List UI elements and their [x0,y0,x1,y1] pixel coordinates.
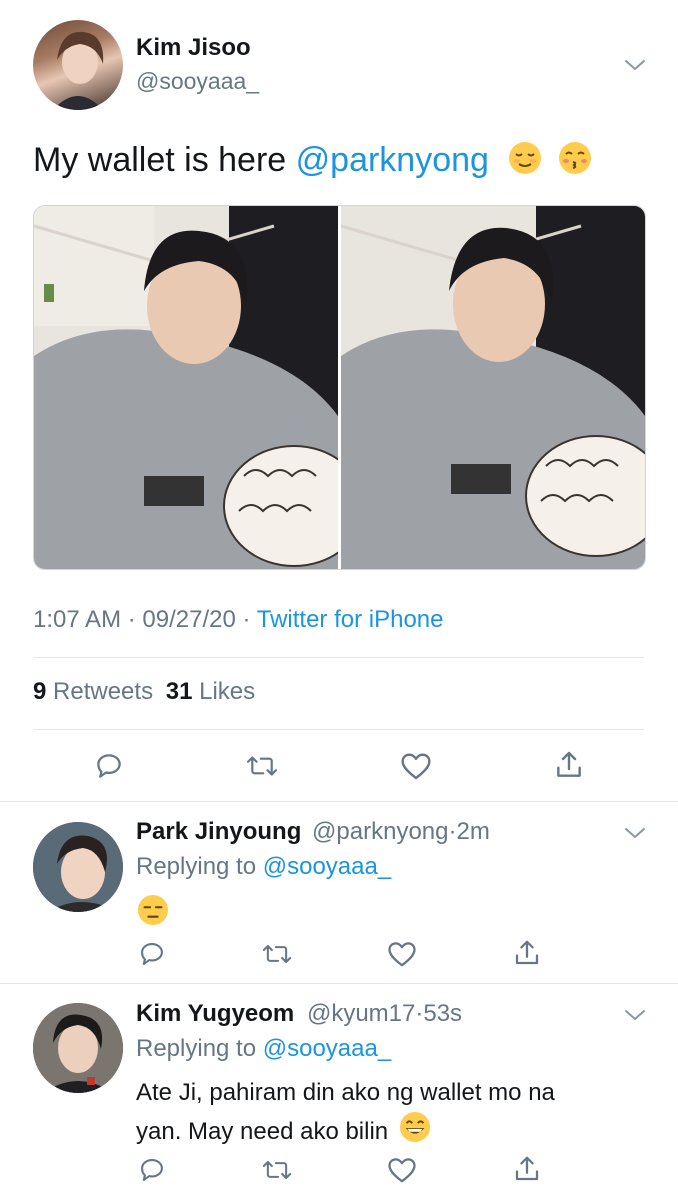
retweets-stat[interactable]: 9 Retweets [33,678,160,705]
reply-avatar[interactable] [33,822,123,912]
reply-author-name[interactable]: Kim Yugyeom [136,1000,294,1027]
reply-text-line: Ate Ji, pahiram din ako ng wallet mo na [136,1079,555,1106]
divider [33,729,644,730]
like-button[interactable] [387,1156,417,1184]
tweet-meta: 1:07 AM · 09/27/20 · Twitter for iPhone [33,606,443,634]
reply-icon [141,943,163,965]
heart-icon [388,942,416,967]
reply-icon [97,754,121,778]
retweet-count: 9 [33,678,47,705]
tweet-time[interactable]: 1:07 AM [33,606,121,633]
reply-button[interactable] [138,1156,166,1184]
reply-text-line: yan. May need ako bilin [136,1117,389,1145]
reply-author-name[interactable]: Park Jinyoung [136,818,301,845]
tweet-stats: 9 Retweets 31 Likes [33,678,255,706]
retweet-icon [246,756,278,776]
tweet-text: My wallet is here @parknyong [33,140,592,184]
expressionless-face-icon [137,894,169,931]
heart-icon [388,1158,416,1183]
share-icon [515,940,539,965]
retweet-button[interactable] [261,940,293,968]
retweet-icon [262,944,292,964]
share-button[interactable] [553,749,585,781]
author-name[interactable]: Kim Jisoo [136,34,251,62]
share-icon [515,1156,539,1181]
author-avatar[interactable] [33,20,123,110]
share-button[interactable] [512,1154,542,1184]
reply-button[interactable] [138,940,166,968]
reply-icon [141,1159,163,1181]
reply-dot: · [448,818,457,845]
like-button[interactable] [400,751,432,781]
like-count: 31 [165,678,193,705]
reply-time[interactable]: 2m [457,818,490,845]
replying-to-label: Replying to [136,1035,257,1062]
likes-stat[interactable]: 31 Likes [166,678,255,705]
meta-separator: · [127,606,136,633]
tweet-photo-2[interactable] [341,206,645,569]
author-handle[interactable]: @sooyaaa_ [136,68,259,95]
share-icon [557,751,581,777]
reply-header: Kim Yugyeom @kyum17·53s [136,1000,462,1028]
retweet-button[interactable] [261,1156,293,1184]
reply-time[interactable]: 53s [423,1000,462,1027]
meta-separator: · [242,606,251,633]
chevron-down-icon[interactable] [624,826,646,845]
share-button[interactable] [512,938,542,968]
chevron-down-icon[interactable] [624,1008,646,1027]
grinning-face-icon [399,1111,431,1154]
tweet-date[interactable]: 09/27/20 [142,606,235,633]
tweet-mention-link[interactable]: @parknyong [296,141,489,179]
retweet-icon [262,1160,292,1180]
section-divider [0,983,678,984]
reply-header: Park Jinyoung @parknyong·2m [136,818,490,846]
replying-to: Replying to @sooyaaa_ [136,853,391,881]
tweet-media[interactable] [33,205,646,570]
like-button[interactable] [387,940,417,968]
reply-text: Ate Ji, pahiram din ako ng wallet mo na … [136,1074,555,1154]
tweet-photo-1[interactable] [34,206,338,569]
replying-to-label: Replying to [136,853,257,880]
reply-author-handle[interactable]: @parknyong [312,818,448,845]
replying-to-link[interactable]: @sooyaaa_ [263,1035,391,1062]
replying-to-link[interactable]: @sooyaaa_ [263,853,391,880]
relieved-face-icon [508,141,542,184]
reply-avatar[interactable] [33,1003,123,1093]
kissing-face-icon [558,141,592,184]
reply-author-handle[interactable]: @kyum17 [307,1000,415,1027]
chevron-down-icon[interactable] [624,58,646,77]
divider [33,657,644,658]
retweet-button[interactable] [245,751,279,781]
heart-icon [401,753,431,780]
replying-to: Replying to @sooyaaa_ [136,1035,391,1063]
reply-button[interactable] [94,751,124,781]
retweet-label: Retweets [53,678,154,705]
tweet-text-body: My wallet is here [33,141,296,179]
like-label: Likes [199,678,256,705]
section-divider [0,801,678,802]
tweet-source-link[interactable]: Twitter for iPhone [257,606,444,633]
